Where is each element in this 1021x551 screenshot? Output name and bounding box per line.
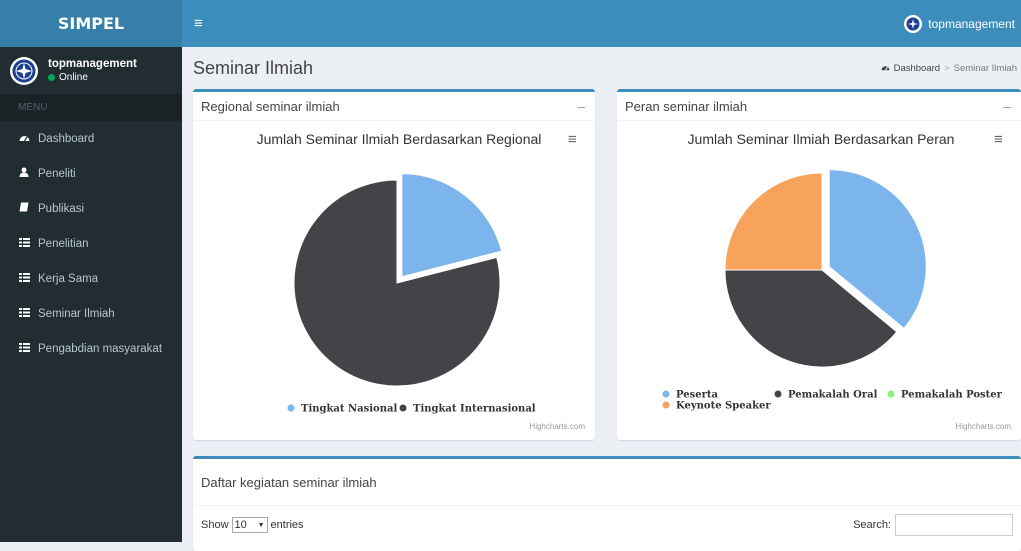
content-area: Seminar Ilmiah Dashboard > Seminar Ilmia… (182, 47, 1021, 551)
peran-pie-svg: Peserta Pemakalah Oral Pemakalah Poster Key… (662, 169, 1003, 412)
online-status-icon (48, 74, 55, 81)
sidebar: topmanagement Online MENU Dashboard Pene… (0, 47, 182, 542)
list-icon (18, 307, 30, 320)
page-title: Seminar Ilmiah (193, 57, 314, 78)
sidebar-item-kerja-sama[interactable]: Kerja Sama (0, 261, 182, 296)
entries-value: 10 (234, 519, 247, 531)
sidebar-item-label: Kerja Sama (38, 272, 99, 285)
entries-control: Show 10 ▼ entries (201, 517, 304, 533)
entries-select[interactable]: 10 ▼ (231, 517, 268, 533)
book-icon (18, 202, 30, 215)
sidebar-item-label: Dashboard (38, 132, 95, 145)
menu-header: MENU (0, 94, 182, 121)
breadcrumb-current: Seminar Ilmiah (953, 62, 1017, 74)
user-menu[interactable]: topmanagement (904, 14, 1015, 33)
legend-item-pemakalah-oral[interactable]: Pemakalah Oral (774, 390, 878, 401)
list-icon (18, 237, 30, 250)
chart-credits[interactable]: Highcharts.com (529, 422, 585, 431)
sidebar-item-dashboard[interactable]: Dashboard (0, 121, 182, 156)
brand-logo[interactable]: SIMPEL (0, 0, 182, 47)
navbar-username[interactable]: topmanagement (928, 17, 1015, 31)
user-icon (18, 167, 30, 180)
breadcrumb-separator: > (944, 62, 950, 74)
menu-toggle-icon[interactable]: ≡ (194, 15, 203, 32)
table-controls: Show 10 ▼ entries Search: (193, 506, 1021, 544)
legend-label: Pemakalah Poster (901, 390, 1003, 401)
table-box: Daftar kegiatan seminar ilmiah Show 10 ▼… (193, 456, 1021, 551)
chart-credits[interactable]: Highcharts.com (955, 422, 1011, 431)
dashboard-icon (18, 132, 30, 145)
pie-slice-keynote-speaker[interactable] (724, 172, 823, 271)
sidebar-item-label: Publikasi (38, 202, 85, 215)
legend-label: Tingkat Nasional (301, 404, 397, 415)
legend-label: Peserta (676, 390, 718, 401)
sidebar-item-peneliti[interactable]: Peneliti (0, 156, 182, 191)
sidebar-item-label: Penelitian (38, 237, 89, 250)
box-title: Daftar kegiatan seminar ilmiah (201, 474, 377, 490)
legend-item-tingkat-internasional[interactable]: Tingkat Internasional (399, 404, 536, 415)
legend-item-peserta[interactable]: Peserta (662, 390, 719, 401)
peran-chart-box: Peran seminar ilmiah – Jumlah Seminar Il… (617, 89, 1021, 440)
list-icon (18, 342, 30, 355)
breadcrumb: Dashboard > Seminar Ilmiah (881, 63, 1017, 74)
box-header: Daftar kegiatan seminar ilmiah (193, 459, 1021, 506)
legend-marker (287, 404, 295, 412)
search-input[interactable] (895, 514, 1013, 536)
regional-chart: Jumlah Seminar Ilmiah Berdasarkan Region… (193, 121, 595, 437)
collapse-icon[interactable]: – (1003, 98, 1011, 114)
box-header: Regional seminar ilmiah – (193, 92, 595, 121)
legend-marker (774, 390, 782, 398)
top-bar: SIMPEL ≡ topmanagement (0, 0, 1021, 47)
legend-item-tingkat-nasional[interactable]: Tingkat Nasional (287, 404, 398, 415)
legend-item-pemakalah-poster[interactable]: Pemakalah Poster (887, 390, 1003, 401)
dashboard-icon (881, 63, 890, 74)
avatar (904, 14, 923, 33)
sidebar-item-pengabdian-masyarakat[interactable]: Pengabdian masyarakat (0, 331, 182, 366)
sidebar-item-label: Seminar Ilmiah (38, 307, 115, 320)
sidebar-item-label: Peneliti (38, 167, 76, 180)
user-status-label: Online (59, 72, 88, 83)
user-name: topmanagement (48, 58, 137, 70)
box-header: Peran seminar ilmiah – (617, 92, 1021, 121)
legend-marker (662, 390, 670, 398)
legend-label: Pemakalah Oral (788, 390, 878, 401)
entries-label: entries (270, 519, 304, 531)
legend-item-keynote-speaker[interactable]: Keynote Speaker (662, 401, 772, 412)
box-title: Regional seminar ilmiah (201, 98, 340, 114)
peran-chart: Jumlah Seminar Ilmiah Berdasarkan Peran … (617, 121, 1021, 437)
user-status: Online (48, 72, 137, 83)
box-title: Peran seminar ilmiah (625, 98, 748, 114)
legend-marker (399, 404, 407, 412)
regional-chart-box: Regional seminar ilmiah – Jumlah Seminar… (193, 89, 595, 440)
legend-label: Keynote Speaker (676, 401, 771, 412)
legend-label: Tingkat Internasional (413, 404, 536, 415)
navbar: ≡ topmanagement (182, 0, 1021, 47)
search-control: Search: (853, 514, 1013, 536)
collapse-icon[interactable]: – (577, 98, 585, 114)
legend-marker (662, 401, 670, 409)
show-label: Show (201, 519, 229, 531)
regional-pie-svg: Tingkat Nasional Tingkat Internasional (287, 173, 536, 415)
sidebar-item-seminar-ilmiah[interactable]: Seminar Ilmiah (0, 296, 182, 331)
sidebar-item-label: Pengabdian masyarakat (38, 342, 163, 355)
sidebar-item-publikasi[interactable]: Publikasi (0, 191, 182, 226)
list-icon (18, 272, 30, 285)
legend-marker (887, 390, 895, 398)
sidebar-item-penelitian[interactable]: Penelitian (0, 226, 182, 261)
user-panel: topmanagement Online (0, 47, 182, 94)
search-label: Search: (853, 519, 891, 531)
breadcrumb-dashboard-link[interactable]: Dashboard (894, 63, 940, 74)
chevron-down-icon: ▼ (257, 521, 265, 529)
user-avatar (10, 56, 38, 85)
content-header: Seminar Ilmiah Dashboard > Seminar Ilmia… (182, 47, 1021, 89)
